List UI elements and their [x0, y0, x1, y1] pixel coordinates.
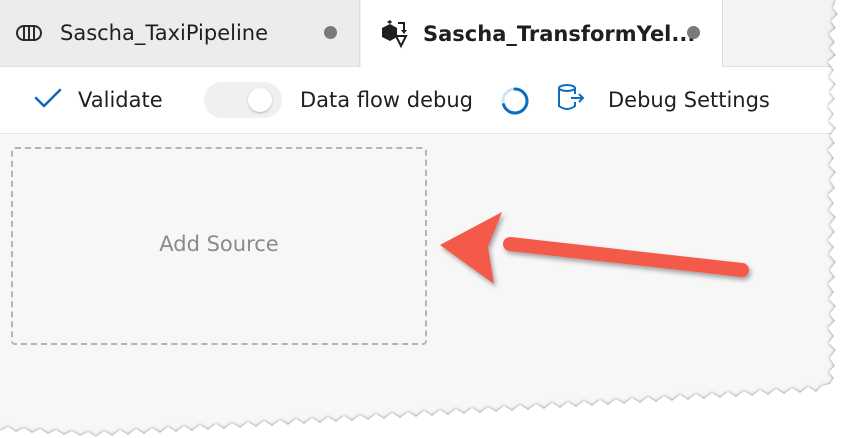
checkmark-icon — [34, 87, 62, 113]
tab-sascha-taxipipeline[interactable]: Sascha_TaxiPipeline — [0, 0, 360, 66]
unsaved-indicator — [324, 26, 337, 39]
validate-label: Validate — [78, 88, 163, 112]
data-flow-debug-label-wrap: Data flow debug — [300, 67, 473, 133]
toggle-knob — [248, 88, 272, 112]
add-source-label: Add Source — [159, 232, 279, 256]
tab-label: Sascha_TransformYel... — [423, 21, 696, 46]
tab-bar: Sascha_TaxiPipeline Sascha_TransformYel.… — [0, 0, 864, 67]
tab-label: Sascha_TaxiPipeline — [60, 21, 269, 45]
data-flow-debug-label: Data flow debug — [300, 88, 473, 112]
data-flow-debug-toggle[interactable] — [204, 82, 282, 118]
debug-settings-label: Debug Settings — [608, 88, 770, 112]
tab-sascha-transformyel[interactable]: Sascha_TransformYel... — [361, 0, 723, 67]
add-source-button[interactable]: Add Source — [11, 147, 427, 345]
data-flow-icon — [379, 19, 409, 49]
debug-settings-icon — [556, 82, 586, 118]
loading-spinner-icon — [499, 85, 531, 117]
debug-settings-button[interactable]: Debug Settings — [556, 67, 770, 133]
data-flow-editor: Sascha_TaxiPipeline Sascha_TransformYel.… — [0, 0, 864, 438]
data-flow-canvas[interactable]: Add Source — [0, 134, 864, 438]
validate-button[interactable]: Validate — [34, 67, 163, 133]
pipeline-icon — [14, 18, 44, 48]
unsaved-indicator — [687, 26, 700, 39]
toolbar: Validate Data flow debug Debug Settings — [0, 67, 864, 134]
